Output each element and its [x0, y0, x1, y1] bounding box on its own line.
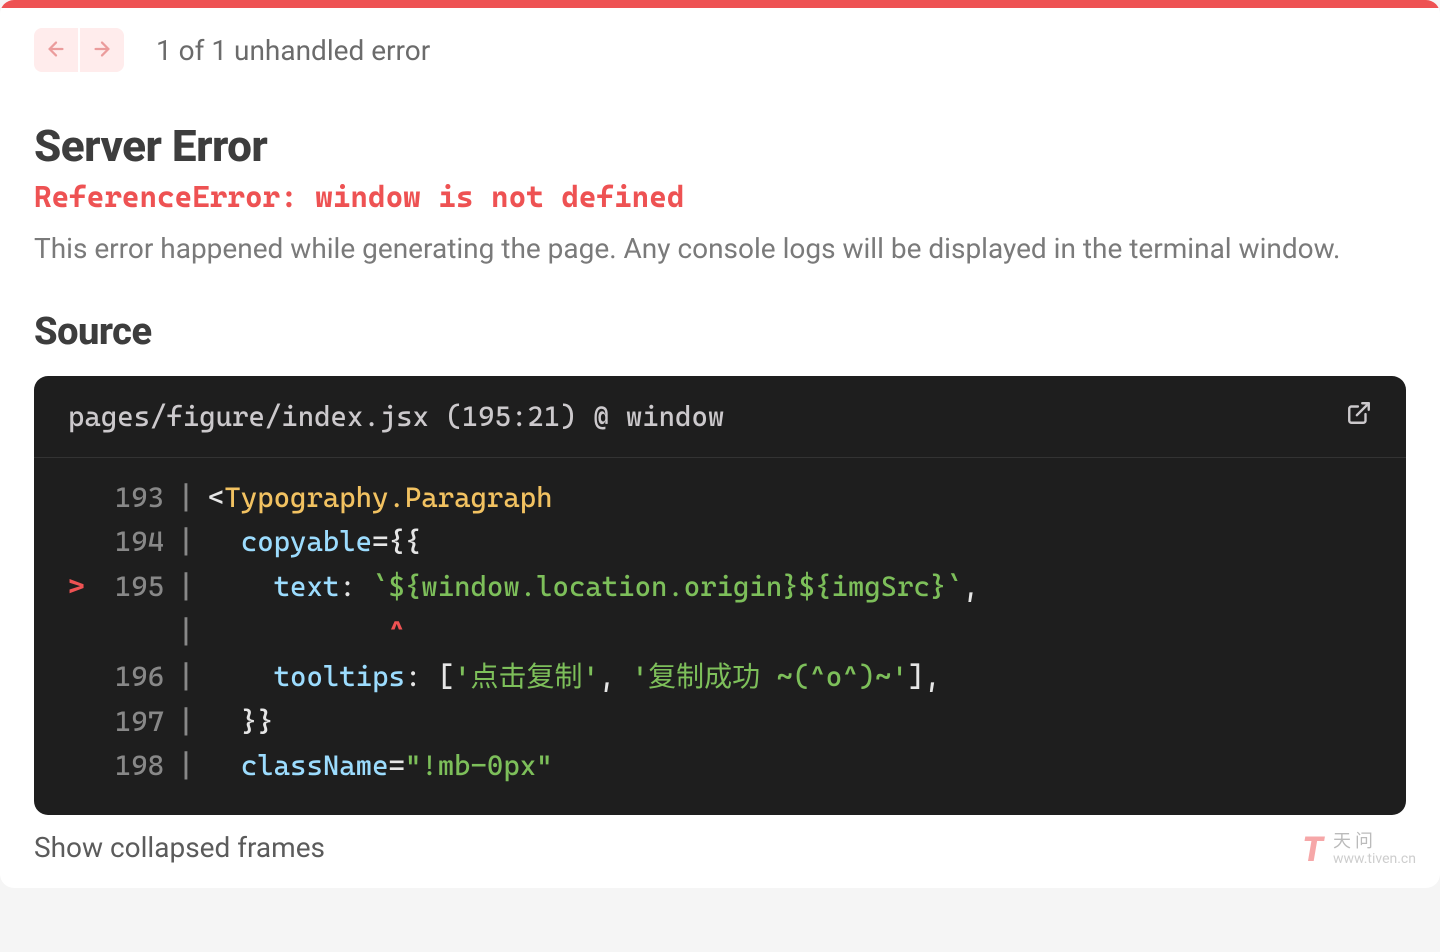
- error-title: Server Error: [34, 120, 1406, 172]
- line-number: 194: [100, 520, 164, 565]
- caret-indicator: ^: [208, 610, 1372, 655]
- error-message: ReferenceError: window is not defined: [34, 180, 1406, 215]
- line-number: 195: [100, 565, 164, 610]
- error-description: This error happened while generating the…: [34, 229, 1406, 270]
- prev-error-button[interactable]: [34, 28, 78, 72]
- code-panel: pages/figure/index.jsx (195:21) @ window…: [34, 376, 1406, 816]
- show-collapsed-frames-button[interactable]: Show collapsed frames: [34, 831, 325, 864]
- overlay-content: Server Error ReferenceError: window is n…: [0, 82, 1440, 888]
- code-text: tooltips: ['点击复制', '复制成功 ~(^o^)~'],: [208, 655, 1372, 700]
- code-text: className="!mb-0px": [208, 744, 1372, 789]
- source-location: pages/figure/index.jsx (195:21) @ window: [68, 400, 724, 433]
- error-line-marker: [68, 744, 100, 789]
- code-text: text: `${window.location.origin}${imgSrc…: [208, 565, 1372, 610]
- overlay-header: 1 of 1 unhandled error: [0, 8, 1440, 82]
- code-header: pages/figure/index.jsx (195:21) @ window: [34, 376, 1406, 458]
- source-heading: Source: [34, 310, 1406, 354]
- gutter-pipe: |: [164, 700, 208, 745]
- gutter-pipe: |: [164, 744, 208, 789]
- open-in-editor-button[interactable]: [1346, 400, 1372, 433]
- error-nav-buttons: [34, 28, 124, 72]
- line-number: 196: [100, 655, 164, 700]
- error-line-marker: >: [68, 565, 100, 610]
- arrow-left-icon: [45, 38, 67, 63]
- code-line: >195| text: `${window.location.origin}${…: [68, 565, 1372, 610]
- error-count-text: 1 of 1 unhandled error: [156, 34, 430, 67]
- line-number: 198: [100, 744, 164, 789]
- line-number: 197: [100, 700, 164, 745]
- external-link-icon: [1346, 400, 1372, 426]
- caret-line: | ^: [68, 610, 1372, 655]
- error-line-marker: [68, 700, 100, 745]
- gutter-pipe: |: [164, 476, 208, 521]
- code-line: 196| tooltips: ['点击复制', '复制成功 ~(^o^)~'],: [68, 655, 1372, 700]
- code-line: 197| }}: [68, 700, 1372, 745]
- code-line: 198| className="!mb-0px": [68, 744, 1372, 789]
- error-line-marker: [68, 476, 100, 521]
- code-line: 193|<Typography.Paragraph: [68, 476, 1372, 521]
- arrow-right-icon: [91, 38, 113, 63]
- error-line-marker: [68, 520, 100, 565]
- error-line-marker: [68, 655, 100, 700]
- gutter-pipe: |: [164, 520, 208, 565]
- code-line: 194| copyable={{: [68, 520, 1372, 565]
- code-text: <Typography.Paragraph: [208, 476, 1372, 521]
- gutter-pipe: |: [164, 655, 208, 700]
- gutter-pipe: |: [164, 565, 208, 610]
- line-number: 193: [100, 476, 164, 521]
- next-error-button[interactable]: [80, 28, 124, 72]
- code-text: }}: [208, 700, 1372, 745]
- overlay-top-stripe: [0, 0, 1440, 8]
- code-text: copyable={{: [208, 520, 1372, 565]
- code-body: 193|<Typography.Paragraph 194| copyable=…: [34, 458, 1406, 816]
- error-overlay: 1 of 1 unhandled error Server Error Refe…: [0, 0, 1440, 888]
